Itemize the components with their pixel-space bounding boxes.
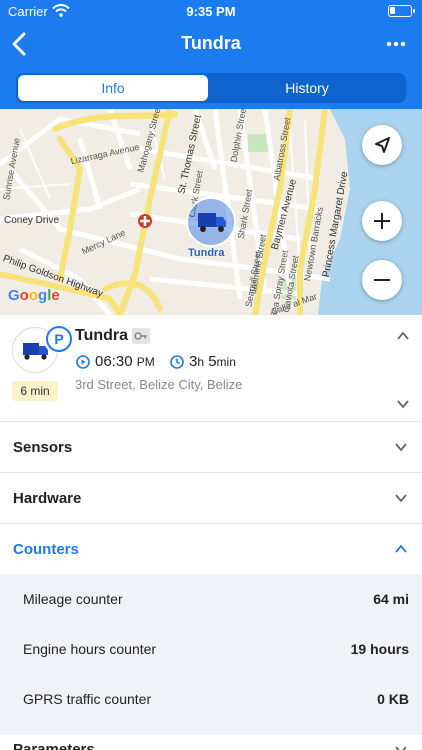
chevron-up-icon bbox=[395, 544, 407, 553]
counters-list: Mileage counter 64 mi Engine hours count… bbox=[0, 574, 422, 750]
section-label: Parameters bbox=[13, 741, 95, 750]
last-time: 06:30 PM bbox=[95, 353, 155, 370]
title-bar: Tundra bbox=[0, 26, 422, 62]
page-title: Tundra bbox=[181, 33, 241, 53]
zoom-in-icon bbox=[374, 213, 390, 229]
google-logo: Google bbox=[8, 287, 60, 304]
unit-address: 3rd Street, Belize City, Belize bbox=[75, 377, 243, 392]
locate-button[interactable] bbox=[362, 125, 402, 165]
segmented-control: Info History bbox=[16, 73, 406, 103]
zoom-out-button[interactable] bbox=[362, 260, 402, 300]
play-icon bbox=[76, 355, 90, 369]
map-view[interactable]: Lizarraga Avenue Coney Drive Mercy Lane … bbox=[0, 109, 422, 315]
street-label: Coney Drive bbox=[4, 215, 60, 226]
app-header: Carrier 9:35 PM Tundra Info History bbox=[0, 0, 422, 109]
section-label: Sensors bbox=[13, 439, 73, 456]
counter-row: GPRS traffic counter 0 KB bbox=[0, 674, 422, 724]
locate-icon bbox=[375, 137, 390, 153]
chevron-down-icon bbox=[395, 443, 407, 452]
chevron-down-icon bbox=[395, 746, 407, 750]
status-time: 9:35 PM bbox=[186, 4, 236, 19]
chevron-down-icon[interactable] bbox=[396, 397, 410, 411]
section-counters[interactable]: Counters bbox=[0, 524, 422, 575]
truck-icon bbox=[198, 213, 226, 232]
zoom-in-button[interactable] bbox=[362, 201, 402, 241]
unit-name: Tundra bbox=[75, 327, 129, 344]
tab-history[interactable]: History bbox=[212, 75, 402, 101]
counter-row: Engine hours counter 19 hours bbox=[0, 624, 422, 674]
chevron-up-icon[interactable] bbox=[396, 329, 410, 343]
counter-label: Engine hours counter bbox=[23, 641, 157, 657]
section-hardware[interactable]: Hardware bbox=[0, 473, 422, 524]
section-label: Counters bbox=[13, 541, 79, 558]
counter-label: GPRS traffic counter bbox=[23, 691, 152, 707]
section-parameters[interactable]: Parameters bbox=[0, 735, 422, 750]
elapsed-time: 3h 5min bbox=[189, 353, 236, 370]
clock-icon bbox=[170, 355, 184, 369]
zoom-out-icon bbox=[374, 279, 390, 281]
chevron-down-icon bbox=[395, 494, 407, 503]
unit-card[interactable]: P 6 min Tundra 06:30 PM 3h 5min 3rd Stre… bbox=[0, 315, 422, 422]
counter-value: 64 mi bbox=[373, 591, 409, 607]
vehicle-marker[interactable] bbox=[186, 197, 236, 247]
duration-badge: 6 min bbox=[12, 381, 58, 401]
marker-label: Tundra bbox=[188, 247, 225, 259]
counter-row: Mileage counter 64 mi bbox=[0, 574, 422, 624]
battery-icon bbox=[388, 5, 415, 17]
key-icon bbox=[132, 328, 150, 344]
status-bar: Carrier 9:35 PM bbox=[0, 0, 422, 22]
counter-value: 0 KB bbox=[377, 691, 409, 707]
counter-label: Mileage counter bbox=[23, 591, 123, 607]
parking-badge: P bbox=[46, 326, 72, 352]
tab-info[interactable]: Info bbox=[18, 75, 208, 101]
counter-value: 19 hours bbox=[350, 641, 409, 657]
more-icon[interactable] bbox=[386, 32, 406, 56]
section-sensors[interactable]: Sensors bbox=[0, 422, 422, 473]
section-label: Hardware bbox=[13, 490, 82, 507]
